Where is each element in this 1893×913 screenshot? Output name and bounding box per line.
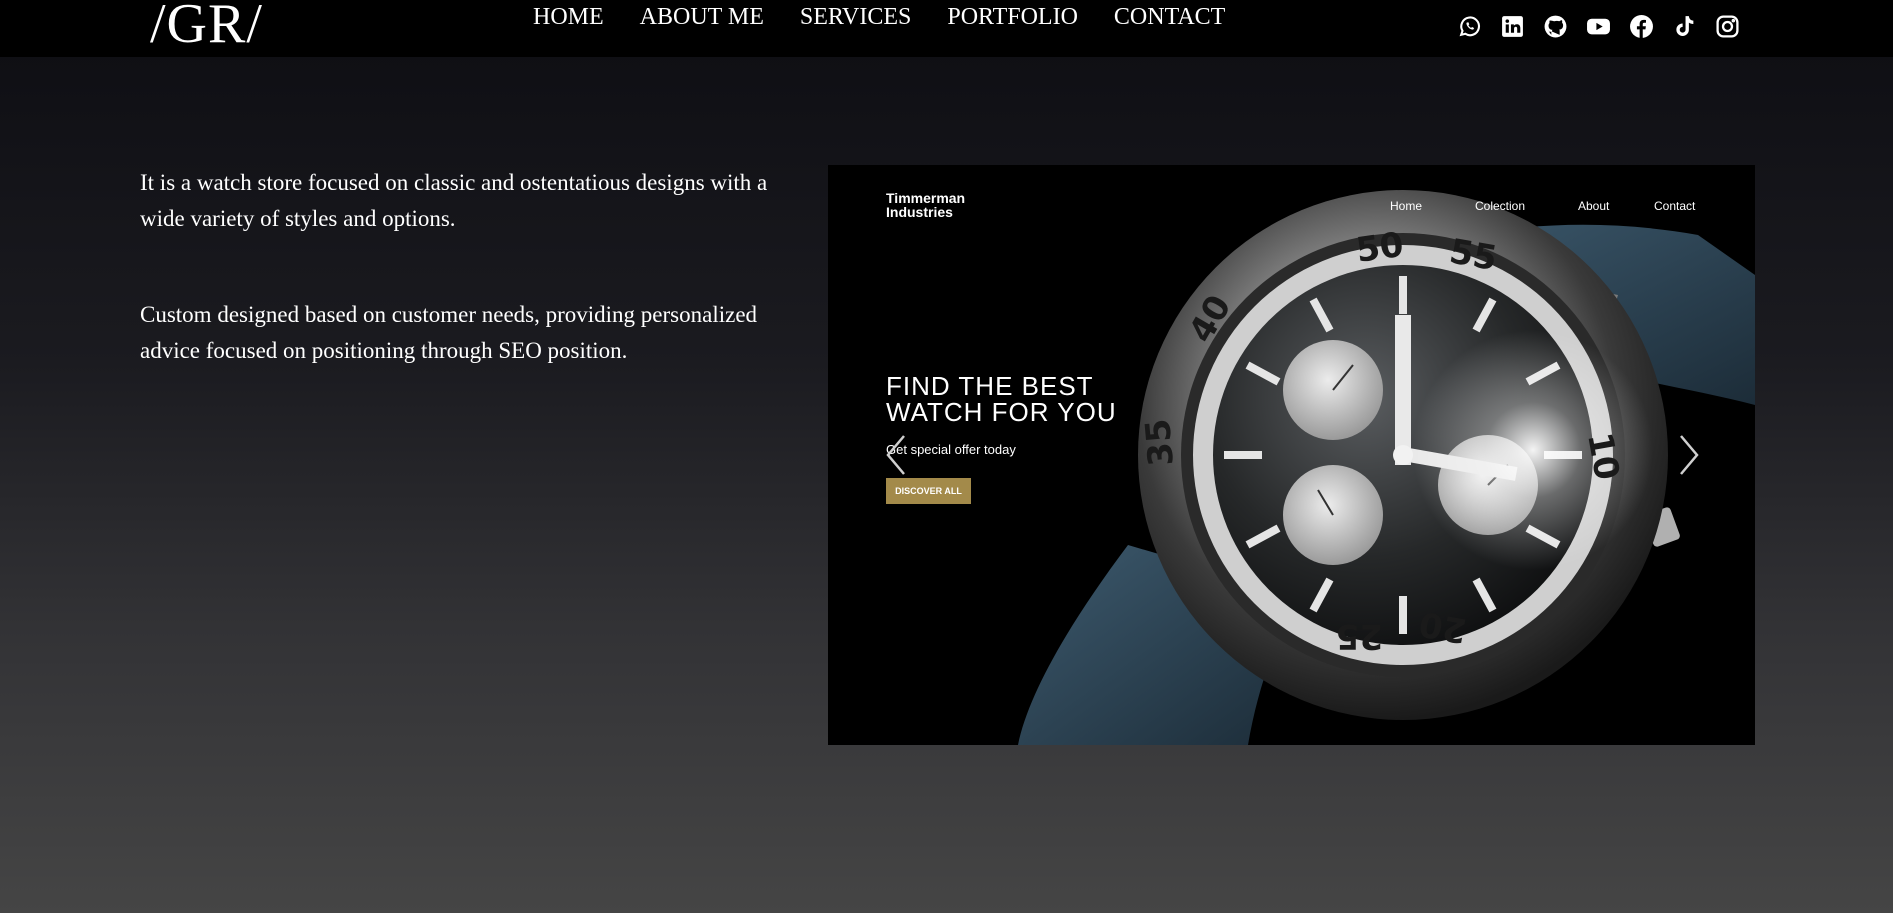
preview-nav-colection[interactable]: Colection: [1475, 199, 1525, 213]
chevron-left-icon[interactable]: [884, 433, 908, 477]
site-logo[interactable]: /GR/: [150, 0, 263, 56]
linkedin-icon[interactable]: [1500, 13, 1525, 39]
preview-nav-contact[interactable]: Contact: [1654, 199, 1695, 213]
facebook-icon[interactable]: [1629, 13, 1654, 39]
nav-contact[interactable]: CONTACT: [1114, 2, 1225, 32]
chevron-right-icon[interactable]: [1677, 433, 1701, 477]
svg-text:25: 25: [1336, 616, 1383, 656]
svg-text:50: 50: [1354, 225, 1406, 271]
svg-text:55: 55: [1446, 231, 1500, 279]
nav-about-me[interactable]: ABOUT ME: [640, 2, 764, 32]
whatsapp-icon[interactable]: [1457, 13, 1482, 39]
preview-brand-logo: Timmerman Industries: [886, 190, 966, 220]
preview-nav-home[interactable]: Home: [1390, 199, 1422, 213]
preview-discover-button[interactable]: DISCOVER ALL: [886, 478, 971, 504]
github-icon[interactable]: [1543, 13, 1568, 39]
svg-text:10: 10: [1579, 430, 1627, 484]
social-links: [1457, 13, 1740, 39]
top-navbar: /GR/ HOME ABOUT ME SERVICES PORTFOLIO CO…: [0, 0, 1893, 57]
youtube-icon[interactable]: [1586, 13, 1611, 39]
main-nav: HOME ABOUT ME SERVICES PORTFOLIO CONTACT: [533, 2, 1225, 32]
nav-services[interactable]: SERVICES: [800, 2, 911, 32]
nav-home[interactable]: HOME: [533, 2, 604, 32]
preview-nav-about[interactable]: About: [1578, 199, 1609, 213]
project-description-2: Custom designed based on customer needs,…: [140, 302, 758, 363]
tiktok-icon[interactable]: [1672, 13, 1697, 39]
project-description-1: It is a watch store focused on classic a…: [140, 170, 768, 231]
svg-text:35: 35: [1138, 417, 1182, 468]
nav-portfolio[interactable]: PORTFOLIO: [947, 2, 1078, 32]
svg-text:20: 20: [1416, 603, 1470, 651]
instagram-icon[interactable]: [1715, 13, 1740, 39]
project-preview-image[interactable]: 50 55 10 35 20 25 40 Timmerman Industrie…: [828, 165, 1755, 745]
preview-headline: FIND THE BEST WATCH FOR YOU: [886, 371, 1117, 427]
